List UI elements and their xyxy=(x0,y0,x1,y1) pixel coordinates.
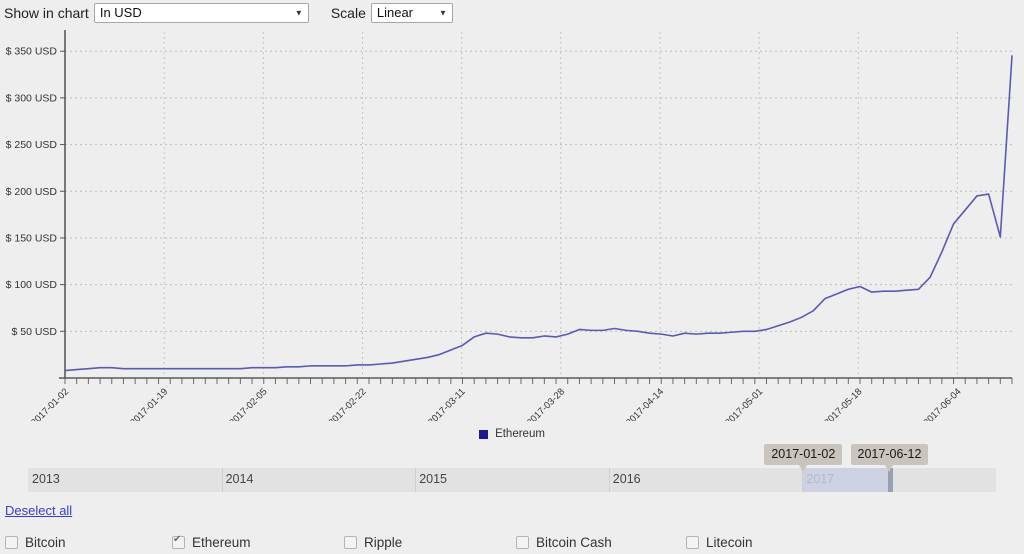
slider-end-tooltip: 2017-06-12 xyxy=(850,444,929,472)
scale-select[interactable]: Linear xyxy=(370,3,453,23)
coin-checkbox-row: Bitcoin Ethereum Ripple Bitcoin Cash Litecoi… xyxy=(0,534,1024,554)
y-tick-label: $ 200 USD xyxy=(6,186,58,198)
y-tick-label: $ 300 USD xyxy=(6,92,58,104)
chart-toolbar: Show in chart In USD ▼ Scale Linear ▼ xyxy=(0,0,453,26)
currency-select[interactable]: In USD xyxy=(93,3,309,23)
coin-checkbox-litecoin[interactable]: Litecoin xyxy=(686,535,753,550)
legend-swatch-ethereum xyxy=(479,429,489,439)
currency-select-wrapper[interactable]: In USD ▼ xyxy=(93,3,309,23)
checkbox-unchecked-icon[interactable] xyxy=(516,536,529,549)
deselect-all-link[interactable]: Deselect all xyxy=(5,503,72,518)
y-tick-label: $ 50 USD xyxy=(11,326,57,338)
slider-year-label: 2015 xyxy=(419,472,447,486)
chart-canvas: $ 50 USD $ 100 USD $ 150 USD $ 200 USD $ 250… xyxy=(0,26,1024,421)
date-range-slider[interactable]: 20132014201520162017 2017-01-022017-06-1… xyxy=(0,440,1024,498)
coin-label: Litecoin xyxy=(706,535,753,550)
y-tick-label: $ 150 USD xyxy=(6,232,58,244)
bubble-tail xyxy=(885,465,894,472)
bubble-tail xyxy=(799,465,808,472)
coin-label: Bitcoin Cash xyxy=(536,535,612,550)
y-tick-label: $ 100 USD xyxy=(6,279,58,291)
crypto-chart-page: Show in chart In USD ▼ Scale Linear ▼ $ … xyxy=(0,0,1024,554)
checkbox-unchecked-icon[interactable] xyxy=(344,536,357,549)
coin-checkbox-ethereum[interactable]: Ethereum xyxy=(172,534,251,550)
slider-year-label: 2013 xyxy=(32,472,60,486)
scale-select-wrapper[interactable]: Linear ▼ xyxy=(370,3,453,23)
coin-checkbox-ripple[interactable]: Ripple xyxy=(344,535,402,550)
coin-label: Bitcoin xyxy=(25,535,66,550)
coin-checkbox-bitcoin-cash[interactable]: Bitcoin Cash xyxy=(516,535,612,550)
show-in-chart-label: Show in chart xyxy=(4,5,89,21)
slider-start-tooltip: 2017-01-02 xyxy=(764,444,843,472)
coin-label: Ethereum xyxy=(192,535,251,550)
coin-checkbox-bitcoin[interactable]: Bitcoin xyxy=(5,535,66,550)
chart-background xyxy=(0,26,1024,421)
slider-year-label: 2016 xyxy=(612,472,641,486)
price-chart: $ 50 USD $ 100 USD $ 150 USD $ 200 USD $ 250… xyxy=(0,26,1024,421)
y-tick-label: $ 250 USD xyxy=(6,139,58,151)
y-tick-label: $ 350 USD xyxy=(6,46,58,58)
chart-legend: Ethereum xyxy=(0,428,1024,440)
checkbox-unchecked-icon[interactable] xyxy=(686,536,699,549)
slider-year-label: 2014 xyxy=(225,472,254,486)
slider-selected-range[interactable] xyxy=(803,468,890,492)
checkbox-unchecked-icon[interactable] xyxy=(5,536,18,549)
slider-track[interactable]: 20132014201520162017 xyxy=(28,468,996,492)
legend-label-ethereum: Ethereum xyxy=(495,428,545,440)
coin-label: Ripple xyxy=(364,535,403,550)
checkbox-checked-icon[interactable] xyxy=(172,534,185,549)
scale-label: Scale xyxy=(330,5,366,21)
